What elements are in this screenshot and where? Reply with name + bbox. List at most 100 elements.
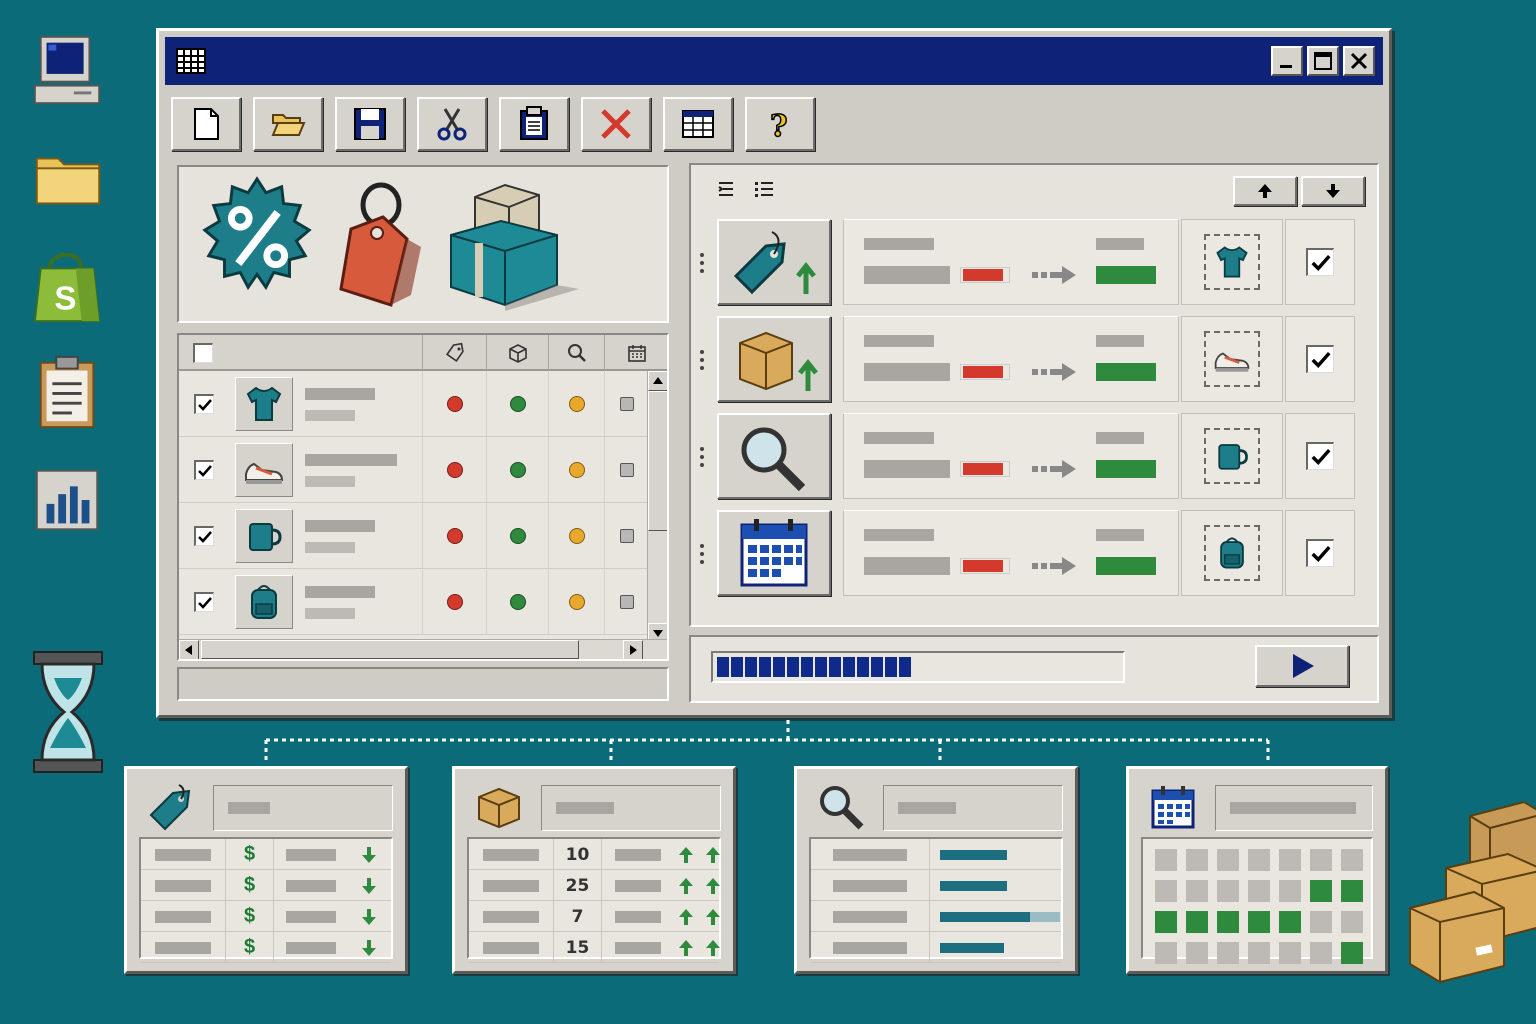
schedule-cell[interactable] (1217, 880, 1239, 902)
cut-button[interactable] (417, 97, 487, 151)
schedule-cell[interactable] (1217, 849, 1239, 871)
schedule-cell[interactable] (1248, 880, 1270, 902)
folder-icon[interactable] (28, 140, 108, 220)
drag-handle-icon[interactable] (697, 542, 707, 566)
schedule-cell[interactable] (1341, 849, 1363, 871)
rule-trigger-button[interactable] (717, 219, 831, 305)
table-row[interactable]: $ (141, 839, 391, 870)
schedule-cell[interactable] (1310, 942, 1332, 964)
maximize-button[interactable] (1307, 46, 1339, 76)
column-schedule[interactable] (605, 335, 667, 371)
inventory-card[interactable]: 10 25 7 15 (452, 766, 736, 974)
schedule-cell[interactable] (1248, 849, 1270, 871)
schedule-cell-active[interactable] (1341, 942, 1363, 964)
schedule-cell[interactable] (1279, 942, 1301, 964)
table-row[interactable]: $ (141, 932, 391, 963)
schedule-cell-active[interactable] (1279, 911, 1301, 933)
table-row[interactable]: $ (141, 870, 391, 901)
rule-enabled-checkbox[interactable] (1306, 442, 1334, 470)
h-scroll-thumb[interactable] (201, 640, 579, 659)
schedule-cell-active[interactable] (1310, 880, 1332, 902)
schedule-cell[interactable] (1310, 911, 1332, 933)
vertical-scrollbar[interactable] (647, 371, 667, 643)
clipboard-icon[interactable] (28, 352, 108, 432)
minimize-button[interactable] (1271, 46, 1303, 76)
table-row[interactable]: 7 (469, 901, 720, 932)
rule-enabled-checkbox[interactable] (1306, 539, 1334, 567)
scroll-right-button[interactable] (623, 640, 643, 659)
move-down-button[interactable] (1301, 176, 1365, 206)
rule-row[interactable] (697, 219, 1357, 307)
schedule-cell-active[interactable] (1248, 911, 1270, 933)
rule-enabled-checkbox[interactable] (1306, 248, 1334, 276)
close-button[interactable] (1343, 46, 1375, 76)
rule-row[interactable] (697, 413, 1357, 501)
table-row[interactable]: 25 (469, 870, 720, 901)
save-button[interactable] (335, 97, 405, 151)
delete-button[interactable] (581, 97, 651, 151)
rule-row[interactable] (697, 510, 1357, 598)
row-checkbox[interactable] (194, 460, 214, 480)
table-row[interactable]: 15 (469, 932, 720, 963)
schedule-cell[interactable] (1186, 942, 1208, 964)
schedule-cell[interactable] (1155, 942, 1177, 964)
list-icon[interactable] (753, 178, 775, 205)
table-row[interactable] (179, 503, 649, 569)
table-row[interactable] (811, 870, 1061, 901)
rule-trigger-button[interactable] (717, 316, 831, 402)
computer-icon[interactable] (28, 30, 108, 110)
indent-icon[interactable] (715, 178, 737, 205)
run-button[interactable] (1255, 645, 1349, 687)
schedule-cell-active[interactable] (1341, 880, 1363, 902)
row-checkbox[interactable] (194, 394, 214, 414)
row-checkbox[interactable] (194, 526, 214, 546)
scroll-thumb[interactable] (648, 391, 667, 531)
schedule-cell-active[interactable] (1155, 911, 1177, 933)
shopify-bag-icon[interactable]: S (28, 246, 108, 326)
drag-handle-icon[interactable] (697, 445, 707, 469)
table-row[interactable] (179, 371, 649, 437)
open-folder-button[interactable] (253, 97, 323, 151)
rule-enabled-checkbox[interactable] (1306, 345, 1334, 373)
table-button[interactable] (663, 97, 733, 151)
search-card[interactable] (794, 766, 1078, 974)
schedule-cell[interactable] (1341, 911, 1363, 933)
schedule-cell[interactable] (1279, 849, 1301, 871)
schedule-cell[interactable] (1217, 942, 1239, 964)
drag-handle-icon[interactable] (697, 251, 707, 275)
table-row[interactable]: $ (141, 901, 391, 932)
row-checkbox[interactable] (194, 592, 214, 612)
bar-chart-icon[interactable] (28, 460, 108, 540)
schedule-cell-active[interactable] (1186, 911, 1208, 933)
schedule-cell[interactable] (1155, 849, 1177, 871)
new-file-button[interactable] (171, 97, 241, 151)
scroll-left-button[interactable] (179, 640, 199, 659)
drag-handle-icon[interactable] (697, 348, 707, 372)
title-bar[interactable] (165, 37, 1383, 85)
pricing-card[interactable]: $ $ $ $ (124, 766, 408, 974)
table-row[interactable] (811, 839, 1061, 870)
horizontal-scrollbar[interactable] (179, 639, 667, 659)
table-row[interactable] (179, 569, 649, 635)
table-row[interactable]: 10 (469, 839, 720, 870)
column-search[interactable] (549, 335, 605, 371)
table-row[interactable] (179, 437, 649, 503)
rule-row[interactable] (697, 316, 1357, 404)
move-up-button[interactable] (1233, 176, 1297, 206)
paste-button[interactable] (499, 97, 569, 151)
rule-trigger-button[interactable] (717, 413, 831, 499)
scroll-up-button[interactable] (648, 371, 667, 391)
schedule-cell[interactable] (1279, 880, 1301, 902)
help-button[interactable]: ? (745, 97, 815, 151)
schedule-cell-active[interactable] (1217, 911, 1239, 933)
table-row[interactable] (811, 932, 1061, 963)
schedule-cell[interactable] (1155, 880, 1177, 902)
column-inventory[interactable] (487, 335, 549, 371)
select-all-checkbox[interactable] (193, 343, 213, 363)
schedule-card[interactable] (1126, 766, 1388, 974)
schedule-cell[interactable] (1186, 849, 1208, 871)
column-price[interactable] (423, 335, 487, 371)
schedule-cell[interactable] (1248, 942, 1270, 964)
table-row[interactable] (811, 901, 1061, 932)
rule-trigger-button[interactable] (717, 510, 831, 596)
